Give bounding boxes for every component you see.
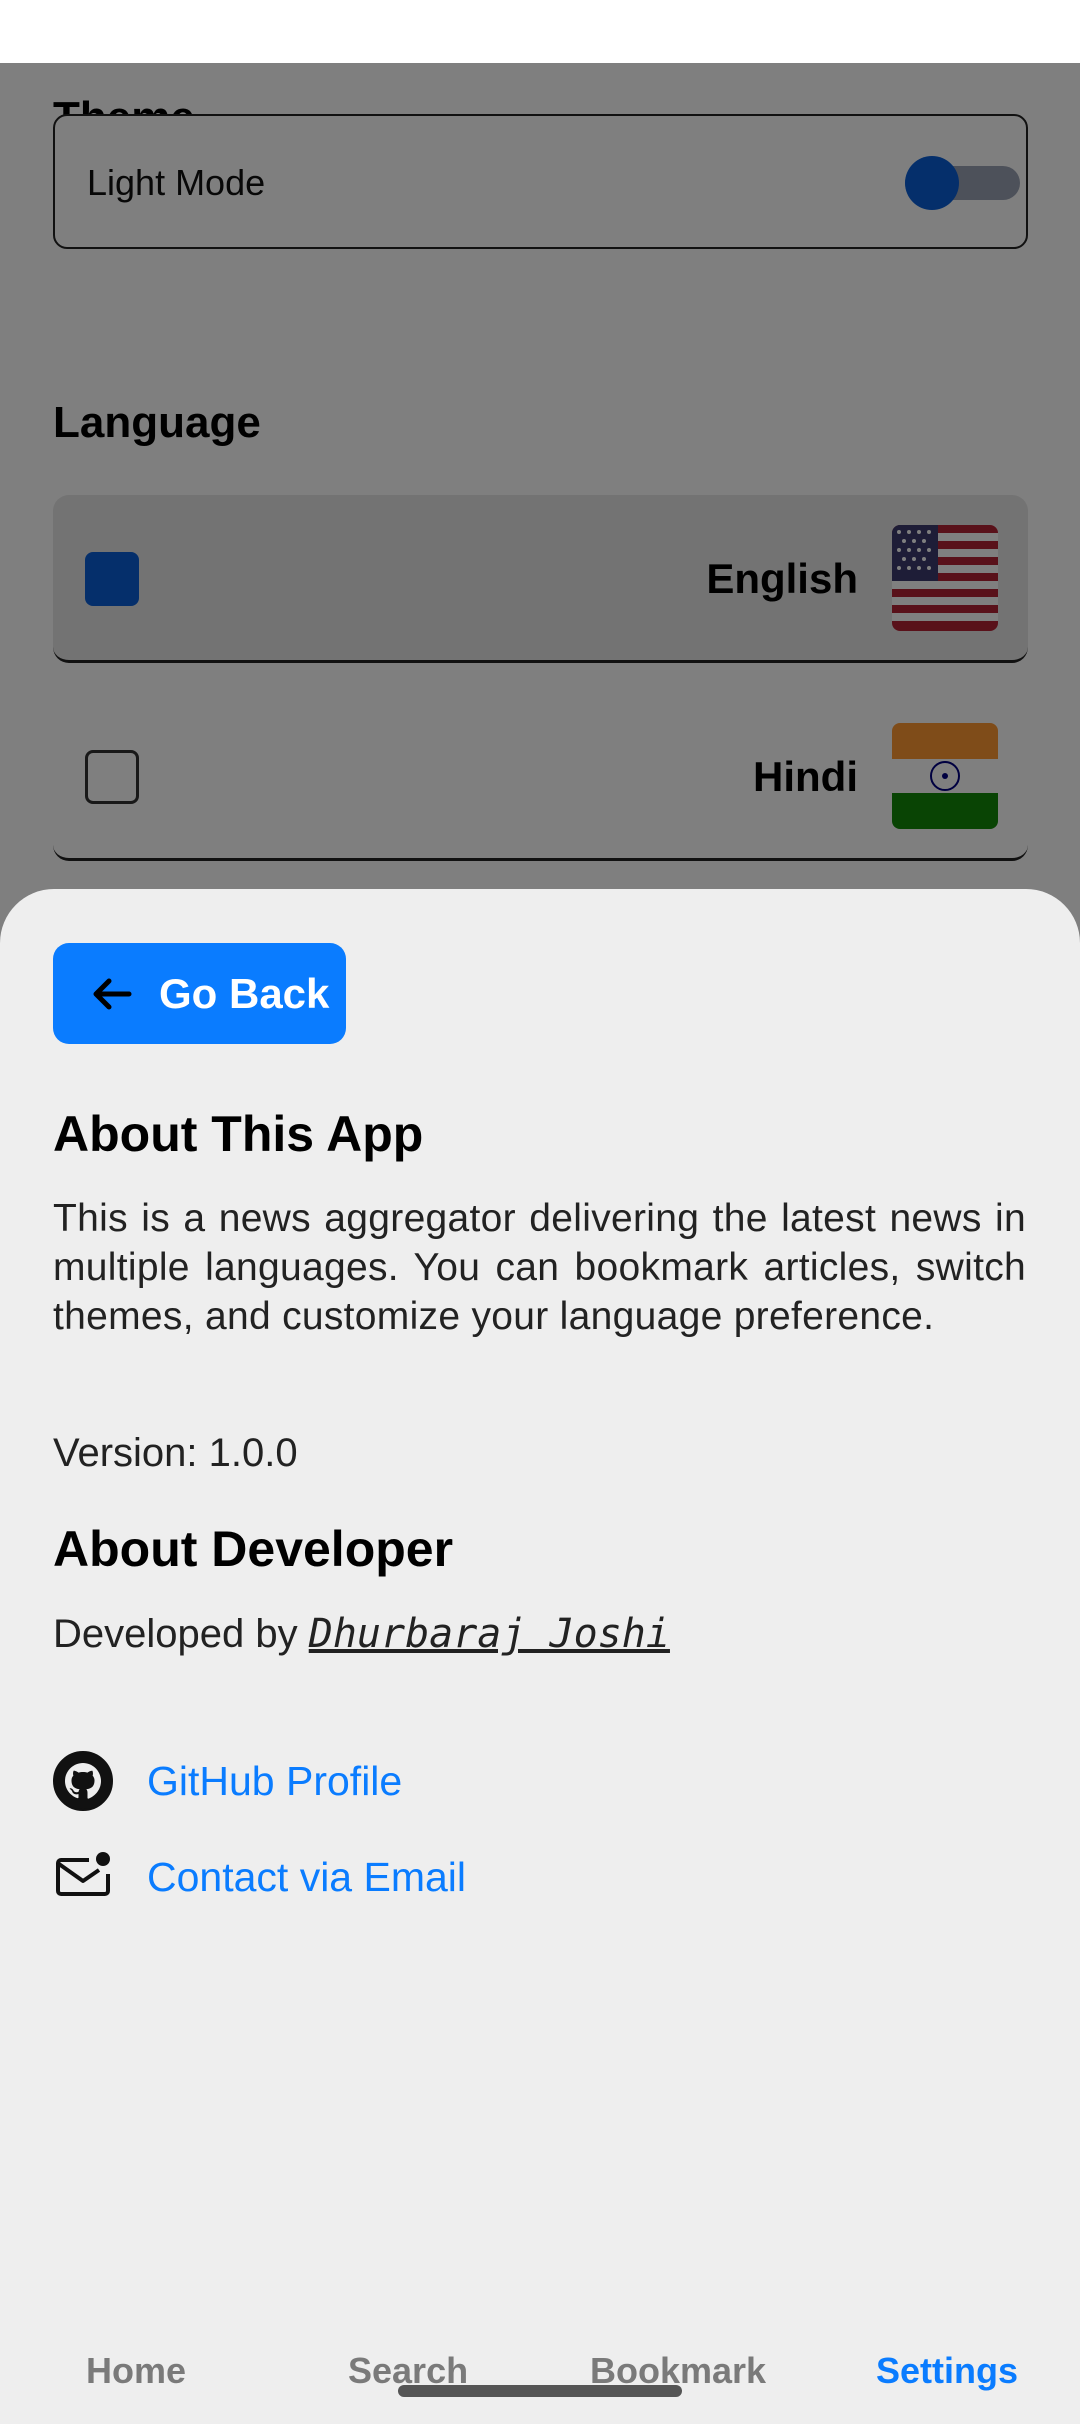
email-icon	[56, 1852, 110, 1896]
home-indicator	[398, 2385, 682, 2397]
about-app-description: This is a news aggregator delivering the…	[53, 1197, 1026, 1338]
arrow-left-icon	[93, 978, 132, 1009]
github-icon	[53, 1751, 113, 1811]
tab-settings[interactable]: Settings	[876, 2350, 1018, 2392]
email-link-label: Contact via Email	[147, 1853, 467, 1900]
tab-home[interactable]: Home	[86, 2350, 186, 2392]
app-version: Version: 1.0.0	[53, 1431, 298, 1475]
about-app-title: About This App	[53, 1106, 424, 1162]
bottom-tab-bar: Home Search Bookmark Settings	[0, 2340, 1080, 2424]
about-bottom-sheet: Go Back About This App This is a news ag…	[0, 889, 1080, 2424]
status-bar	[0, 0, 1080, 63]
email-link[interactable]: Contact via Email	[53, 1845, 466, 1909]
developer-line: Developed by Dhurbaraj Joshi	[53, 1611, 670, 1657]
github-link-label: GitHub Profile	[147, 1757, 403, 1804]
go-back-button[interactable]: Go Back	[53, 943, 346, 1044]
developer-name[interactable]: Dhurbaraj Joshi	[309, 1611, 670, 1657]
developed-by-label: Developed by	[53, 1612, 298, 1656]
about-developer-title: About Developer	[53, 1521, 454, 1577]
github-link[interactable]: GitHub Profile	[53, 1749, 402, 1813]
go-back-label: Go Back	[159, 969, 330, 1017]
